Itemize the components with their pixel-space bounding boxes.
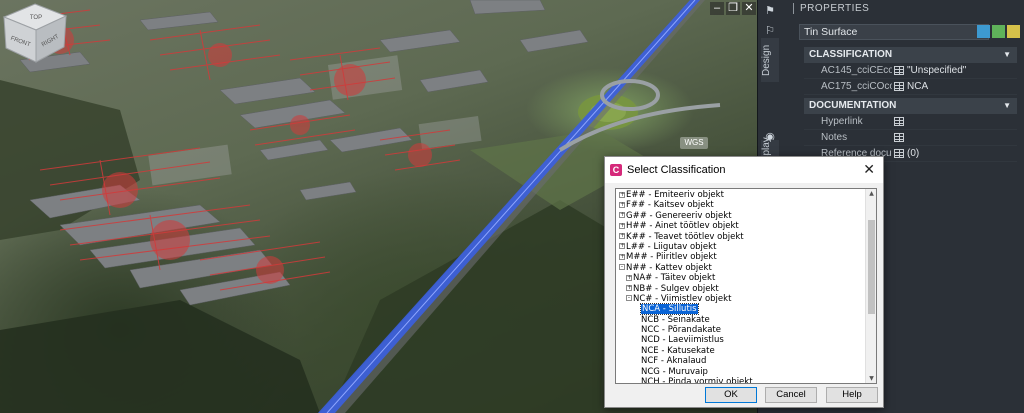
expand-icon[interactable]: + bbox=[626, 285, 632, 292]
table-icon bbox=[894, 133, 904, 142]
cube-top-label: TOP bbox=[30, 15, 42, 21]
dialog-titlebar[interactable]: C Select Classification ✕ bbox=[605, 157, 883, 183]
tree-node[interactable]: NCG - Muruvaip bbox=[616, 367, 876, 377]
expand-icon[interactable]: + bbox=[619, 233, 625, 240]
property-row: AC175_cciCOcode NCA bbox=[804, 79, 1017, 95]
tree-node-label: M## - Piiritlev objekt bbox=[626, 252, 717, 263]
expand-icon[interactable]: + bbox=[619, 191, 625, 198]
tree-scrollbar[interactable]: ▲ ▼ bbox=[865, 189, 876, 383]
select-classification-dialog: C Select Classification ✕ +E## - Emiteer… bbox=[604, 156, 884, 408]
help-button[interactable]: Help bbox=[826, 387, 878, 403]
close-icon[interactable]: ✕ bbox=[863, 161, 875, 178]
select-objects-icon[interactable] bbox=[992, 25, 1005, 38]
toggle-pickadd-icon[interactable] bbox=[977, 25, 990, 38]
collapse-icon[interactable]: - bbox=[619, 264, 625, 271]
classification-header[interactable]: CLASSIFICATION ▼ bbox=[804, 47, 1017, 63]
tree-node[interactable]: NCA - Sillutis bbox=[616, 303, 876, 316]
tree-node-label: NCF - Aknalaud bbox=[641, 356, 707, 367]
cancel-button[interactable]: Cancel bbox=[765, 387, 817, 403]
tree-node-label: K## - Teavet töötlev objekt bbox=[626, 231, 744, 242]
tree-node[interactable]: - N## - Kattev objekt bbox=[616, 263, 876, 273]
table-icon bbox=[894, 117, 904, 126]
expand-icon[interactable]: + bbox=[626, 274, 632, 281]
property-row: Notes bbox=[804, 130, 1017, 146]
tree-node-label: NA# - Täitev objekt bbox=[633, 273, 716, 284]
scroll-thumb[interactable] bbox=[868, 220, 875, 314]
tree-node[interactable]: +L## - Liigutav objekt bbox=[616, 242, 876, 252]
view-cube-icon[interactable]: TOP FRONT RIGHT bbox=[0, 0, 70, 66]
tree-node-label: NB# - Sulgev objekt bbox=[633, 283, 719, 294]
collapse-icon[interactable]: - bbox=[626, 295, 632, 302]
collapse-icon: ▼ bbox=[1003, 101, 1011, 110]
quick-select-icon[interactable] bbox=[1007, 25, 1020, 38]
table-icon bbox=[894, 82, 904, 91]
tree-node[interactable]: +NA# - Täitev objekt bbox=[616, 273, 876, 283]
properties-title: PROPERTIES bbox=[782, 0, 1024, 17]
property-row: Hyperlink bbox=[804, 114, 1017, 130]
tree-node[interactable]: NCH - Pinda vormiv objekt bbox=[616, 377, 876, 384]
tree-node-label: NCG - Muruvaip bbox=[641, 366, 708, 377]
tree-node-label: NCH - Pinda vormiv objekt bbox=[641, 377, 753, 384]
expand-icon[interactable]: + bbox=[619, 253, 625, 260]
tree-node-label: NC# - Viimistlev objekt bbox=[633, 293, 732, 304]
tree-node-label: NCA - Sillutis bbox=[640, 303, 699, 316]
tree-node-label: N## - Kattev objekt bbox=[626, 262, 712, 273]
tree-node-label: NCD - Laeviimistlus bbox=[641, 335, 724, 346]
tree-node-label: NCE - Katusekate bbox=[641, 345, 715, 356]
classification-tree[interactable]: +E## - Emiteeriv objekt +F## - Kaitsev ob… bbox=[615, 188, 877, 384]
app-logo-icon: C bbox=[610, 164, 622, 176]
tree-node[interactable]: +E## - Emiteeriv objekt bbox=[616, 190, 876, 200]
tree-node[interactable]: - NC# - Viimistlev objekt bbox=[616, 294, 876, 304]
tree-node-label: F## - Kaitsev objekt bbox=[626, 200, 714, 211]
tree-node[interactable]: +F## - Kaitsev objekt bbox=[616, 200, 876, 210]
tree-node-label: G## - Genereeriv objekt bbox=[626, 210, 732, 221]
tree-node-label: NCC - Põrandakate bbox=[641, 325, 721, 336]
expand-icon[interactable]: + bbox=[619, 243, 625, 250]
object-type-dropdown[interactable]: Tin Surface ▼ bbox=[799, 24, 989, 40]
tree-node[interactable]: NCC - Põrandakate bbox=[616, 325, 876, 335]
tree-node[interactable]: NCD - Laeviimistlus bbox=[616, 335, 876, 345]
expand-icon[interactable]: + bbox=[619, 201, 625, 208]
filter-icon[interactable]: ⚑ bbox=[760, 2, 780, 20]
collapse-icon: ▼ bbox=[1003, 50, 1011, 59]
table-icon bbox=[894, 66, 904, 75]
tree-node[interactable]: +NB# - Sulgev objekt bbox=[616, 284, 876, 294]
tree-node-label: H## - Ainet töötlev objekt bbox=[626, 221, 739, 232]
documentation-header[interactable]: DOCUMENTATION ▼ bbox=[804, 98, 1017, 114]
tree-node[interactable]: +M## - Piiritlev objekt bbox=[616, 252, 876, 262]
ok-button[interactable]: OK bbox=[705, 387, 757, 403]
tree-node[interactable]: +K## - Teavet töötlev objekt bbox=[616, 232, 876, 242]
selection-tools bbox=[977, 25, 1020, 38]
coordinate-system-label: WGS bbox=[680, 137, 708, 149]
tree-node[interactable]: NCB - Seinakate bbox=[616, 315, 876, 325]
property-row: AC145_cciCEcode "Unspecified" bbox=[804, 63, 1017, 79]
tree-node[interactable]: +G## - Genereeriv objekt bbox=[616, 211, 876, 221]
tab-design[interactable]: Design bbox=[761, 38, 779, 82]
viewport-restore-icon[interactable]: ❐ bbox=[726, 2, 740, 15]
dialog-title: Select Classification bbox=[627, 164, 726, 176]
expand-icon[interactable]: + bbox=[619, 212, 625, 219]
classification-section: CLASSIFICATION ▼ AC145_cciCEcode "Unspec… bbox=[804, 47, 1017, 95]
expand-icon[interactable]: + bbox=[619, 222, 625, 229]
tree-node-label: NCB - Seinakate bbox=[641, 314, 710, 325]
tree-node[interactable]: +H## - Ainet töötlev objekt bbox=[616, 221, 876, 231]
viewport-close-icon[interactable]: ✕ bbox=[742, 2, 756, 15]
viewport-minimize-icon[interactable]: – bbox=[710, 2, 724, 15]
scroll-down-icon[interactable]: ▼ bbox=[867, 375, 876, 382]
scroll-up-icon[interactable]: ▲ bbox=[867, 190, 876, 197]
table-icon bbox=[894, 149, 904, 158]
tree-node-label: L## - Liigutav objekt bbox=[626, 241, 717, 252]
tree-node-label: E## - Emiteeriv objekt bbox=[626, 190, 724, 200]
tree-node[interactable]: NCF - Aknalaud bbox=[616, 356, 876, 366]
tree-node[interactable]: NCE - Katusekate bbox=[616, 346, 876, 356]
object-type-value: Tin Surface bbox=[804, 26, 858, 38]
documentation-section: DOCUMENTATION ▼ Hyperlink Notes Referenc… bbox=[804, 98, 1017, 162]
